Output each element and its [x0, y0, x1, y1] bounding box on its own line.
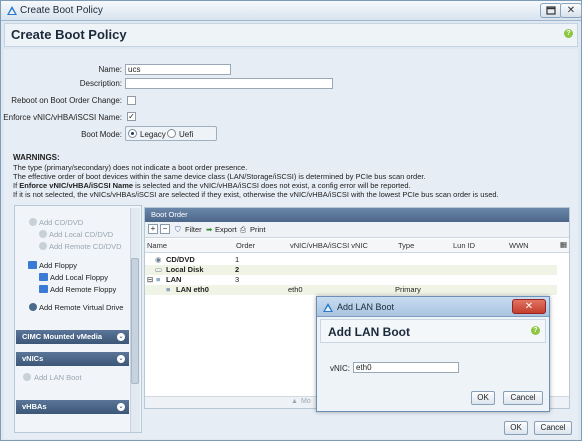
disk-icon: ▭: [155, 265, 163, 274]
app-logo-icon: [7, 6, 17, 15]
close-icon: ✕: [566, 5, 576, 16]
warning-line-3: If Enforce vNIC/vHBA/iSCSI Name is selec…: [13, 181, 411, 190]
cd-icon: [39, 230, 47, 238]
section-vnics[interactable]: vNICs ⌄: [16, 352, 129, 366]
col-order[interactable]: Order: [236, 241, 255, 250]
bootmode-label: Boot Mode:: [81, 130, 122, 139]
warnings-heading: WARNINGS:: [13, 153, 60, 162]
boot-order-toolbar: + − ⛉ Filter ➡ Export ⎙ Print: [145, 222, 569, 238]
filter-icon: ⛉: [175, 225, 181, 234]
section-vhbas[interactable]: vHBAs ⌄: [16, 400, 129, 414]
bootmode-uefi-label: Uefi: [179, 130, 194, 139]
add-lan-boot-item[interactable]: Add LAN Boot: [34, 373, 82, 382]
warning-line-1: The type (primary/secondary) does not in…: [13, 163, 248, 172]
name-label: Name:: [98, 65, 122, 74]
column-chooser-icon[interactable]: ▦: [560, 240, 567, 249]
modal-window-title: Add LAN Boot: [337, 302, 395, 312]
boot-device-panel: Add CD/DVD Add Local CD/DVD Add Remote C…: [14, 205, 142, 433]
left-panel-scroll-thumb[interactable]: [131, 258, 139, 384]
export-button[interactable]: Export: [215, 224, 237, 235]
app-logo-icon: [323, 303, 333, 312]
col-type[interactable]: Type: [398, 241, 414, 250]
modal-header: Add LAN Boot: [320, 319, 546, 343]
print-icon: ⎙: [240, 225, 246, 234]
export-icon: ➡: [206, 225, 213, 234]
cd-icon: [29, 218, 37, 226]
add-cd-dvd-item[interactable]: Add CD/DVD: [39, 218, 83, 227]
move-label[interactable]: Mo: [301, 398, 311, 405]
warning-line-4: If it is not selected, the vNICs/vHBAs/i…: [13, 190, 499, 199]
reboot-checkbox[interactable]: [127, 96, 136, 105]
dialog-header: Create Boot Policy: [4, 23, 578, 47]
move-up-icon: ▲: [291, 398, 298, 405]
collapse-icon[interactable]: ⊟: [147, 275, 153, 284]
enforce-checkbox[interactable]: ✓: [127, 112, 136, 121]
print-button[interactable]: Print: [250, 224, 265, 235]
name-input[interactable]: ucs: [125, 64, 231, 75]
add-row-button[interactable]: +: [148, 224, 158, 234]
maximize-button[interactable]: [540, 3, 562, 18]
add-remote-floppy-item[interactable]: Add Remote Floppy: [50, 285, 116, 294]
close-button[interactable]: ✕: [560, 3, 582, 18]
cancel-button[interactable]: Cancel: [534, 421, 572, 435]
lan-icon: [23, 373, 31, 381]
cd-icon: ◉: [155, 255, 162, 264]
enforce-label: Enforce vNIC/vHBA/iSCSI Name:: [3, 113, 122, 122]
virtual-drive-icon: [29, 303, 37, 311]
add-local-cd-dvd-item[interactable]: Add Local CD/DVD: [49, 230, 113, 239]
col-wwn[interactable]: WWN: [509, 241, 529, 250]
lan-icon: ≡: [166, 285, 171, 294]
lan-icon: ≡: [156, 275, 161, 284]
chevron-down-icon: ⌄: [117, 333, 125, 341]
floppy-icon: [39, 285, 48, 293]
table-row[interactable]: ⊟ ≡ LAN 3: [145, 275, 557, 285]
window-title: Create Boot Policy: [20, 5, 103, 16]
modal-ok-button[interactable]: OK: [471, 391, 495, 405]
bootmode-uefi-radio[interactable]: [167, 129, 176, 138]
section-cimc-mounted-vmedia[interactable]: CIMC Mounted vMedia ⌄: [16, 330, 129, 344]
vnic-input[interactable]: eth0: [353, 362, 459, 373]
boot-order-title: Boot Order: [145, 208, 569, 222]
vnic-label: vNIC:: [330, 364, 350, 373]
modal-titlebar[interactable]: Add LAN Boot ✕: [317, 297, 549, 317]
floppy-icon: [39, 273, 48, 281]
warning-line-2: The effective order of boot devices with…: [13, 172, 426, 181]
modal-title: Add LAN Boot: [328, 325, 410, 339]
col-name[interactable]: Name: [147, 241, 167, 250]
table-row[interactable]: ≡ LAN eth0 eth0 Primary: [145, 285, 557, 295]
modal-close-button[interactable]: ✕: [512, 299, 546, 314]
modal-cancel-button[interactable]: Cancel: [503, 391, 543, 405]
add-local-floppy-item[interactable]: Add Local Floppy: [50, 273, 108, 282]
boot-order-column-header: Name Order vNIC/vHBA/iSCSI vNIC Type Lun…: [145, 239, 569, 253]
table-row[interactable]: ▭ Local Disk 2: [145, 265, 557, 275]
chevron-down-icon: ⌄: [117, 355, 125, 363]
add-floppy-item[interactable]: Add Floppy: [39, 261, 77, 270]
col-lun-id[interactable]: Lun ID: [453, 241, 475, 250]
bootmode-legacy-label: Legacy: [140, 130, 166, 139]
add-lan-boot-dialog: Add LAN Boot ✕ Add LAN Boot ? vNIC: eth0…: [316, 296, 550, 412]
remove-row-button[interactable]: −: [160, 224, 170, 234]
reboot-label: Reboot on Boot Order Change:: [11, 96, 122, 105]
col-vnic[interactable]: vNIC/vHBA/iSCSI vNIC: [290, 241, 368, 250]
help-icon[interactable]: ?: [531, 326, 540, 335]
floppy-icon: [28, 261, 37, 269]
close-icon: ✕: [524, 301, 534, 312]
cd-icon: [39, 242, 47, 250]
description-input[interactable]: [125, 78, 333, 89]
table-row[interactable]: ◉ CD/DVD 1: [145, 255, 557, 265]
chevron-down-icon: ⌄: [117, 403, 125, 411]
bootmode-legacy-radio[interactable]: [128, 129, 137, 138]
dialog-title: Create Boot Policy: [11, 27, 127, 42]
ok-button[interactable]: OK: [504, 421, 528, 435]
add-remote-virtual-drive-item[interactable]: Add Remote Virtual Drive: [39, 303, 123, 312]
maximize-icon: [546, 6, 556, 15]
add-remote-cd-dvd-item[interactable]: Add Remote CD/DVD: [49, 242, 122, 251]
check-icon: ✓: [128, 112, 135, 121]
help-icon[interactable]: ?: [564, 29, 573, 38]
filter-button[interactable]: Filter: [185, 224, 202, 235]
window-titlebar[interactable]: Create Boot Policy ✕: [1, 1, 582, 21]
description-label: Description:: [79, 79, 122, 88]
